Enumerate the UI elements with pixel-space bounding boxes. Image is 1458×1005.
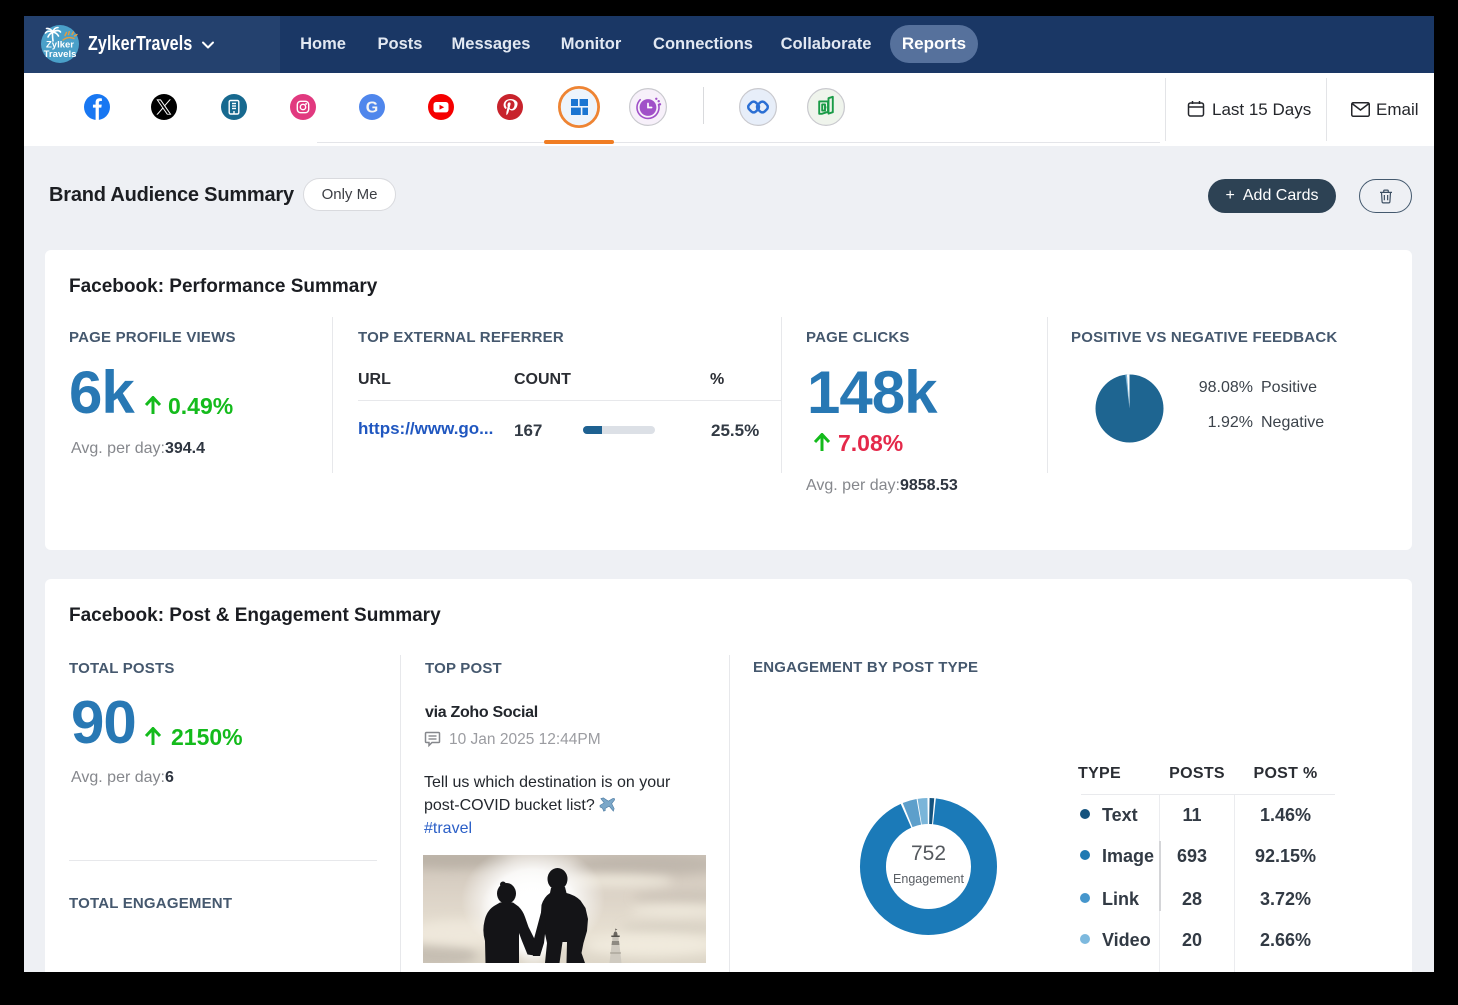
svg-text:Travels: Travels xyxy=(44,49,77,60)
svg-text:G: G xyxy=(366,100,378,117)
